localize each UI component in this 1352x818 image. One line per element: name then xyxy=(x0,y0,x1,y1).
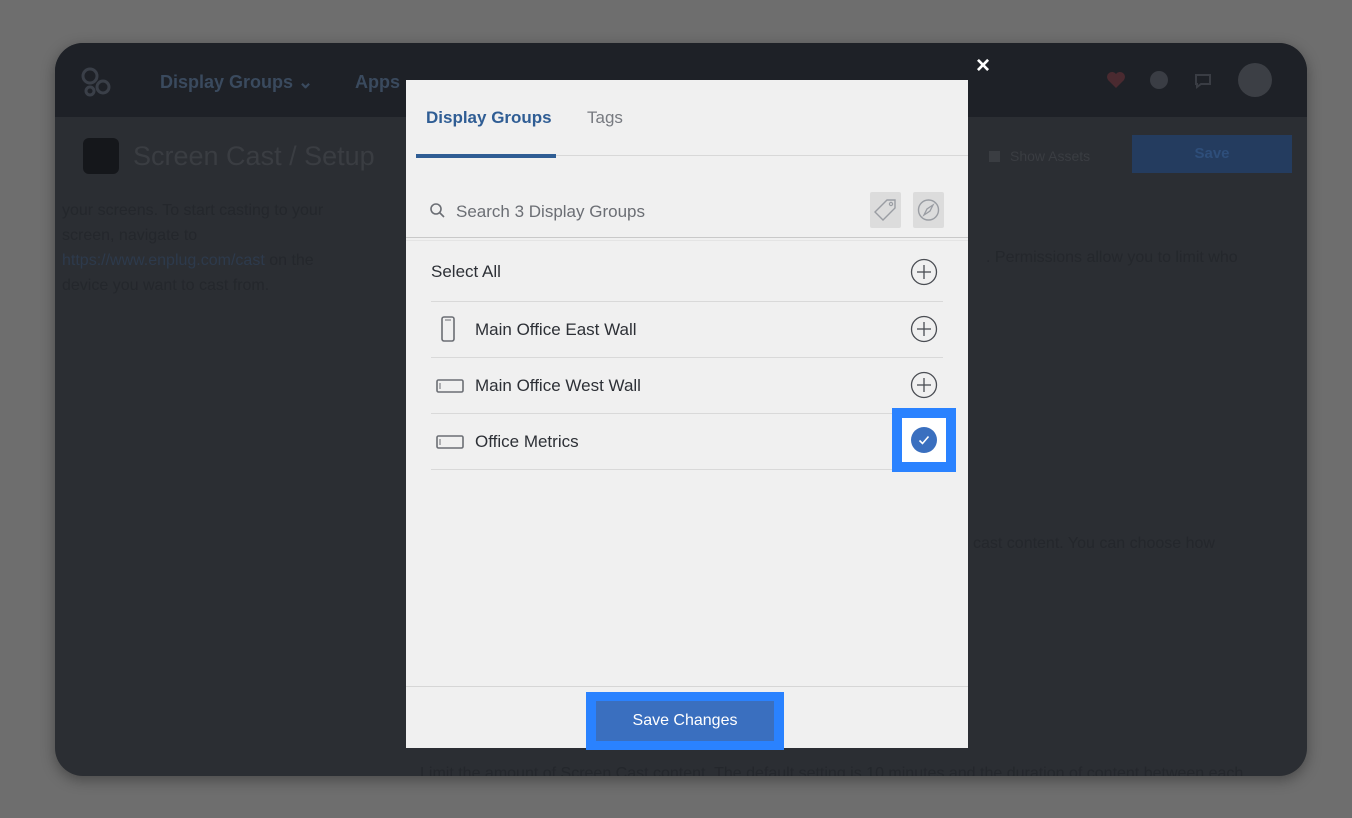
avatar xyxy=(1238,63,1272,97)
active-tab-indicator xyxy=(416,154,556,158)
nav-display-groups: Display Groups ⌄ xyxy=(160,72,314,92)
list-item-label: Main Office West Wall xyxy=(475,376,641,395)
page-title: Screen Cast / Setup xyxy=(133,141,375,171)
close-icon[interactable]: × xyxy=(976,54,990,78)
search-divider xyxy=(406,237,968,238)
add-circle-icon[interactable] xyxy=(910,315,938,343)
checkmark-icon xyxy=(911,427,937,453)
tag-icon xyxy=(874,199,896,221)
search-row xyxy=(406,190,968,240)
help-icon xyxy=(1150,71,1168,89)
cast-instructions-text-1: your screens. To start casting to your s… xyxy=(62,202,324,244)
display-groups-modal: Display Groups Tags Select All xyxy=(406,80,968,750)
compass-icon xyxy=(917,199,940,221)
search-icon xyxy=(430,203,445,218)
save-button: Save xyxy=(1132,135,1292,173)
footer-divider xyxy=(406,686,968,687)
show-assets-toggle: Show Assets xyxy=(989,148,1090,164)
tab-display-groups[interactable]: Display Groups xyxy=(426,108,552,128)
show-assets-label: Show Assets xyxy=(1010,148,1091,164)
add-circle-icon[interactable] xyxy=(910,258,938,286)
tab-tags[interactable]: Tags xyxy=(587,108,623,128)
list-item[interactable]: Office Metrics xyxy=(431,408,956,472)
permissions-text: . Permissions allow you to limit who xyxy=(986,249,1238,266)
cast-instructions: your screens. To start casting to your s… xyxy=(62,198,362,298)
add-circle-icon[interactable] xyxy=(910,371,938,399)
selected-checkbox[interactable] xyxy=(902,418,946,462)
nav-apps: Apps xyxy=(355,72,400,92)
modal-tabs: Display Groups Tags xyxy=(406,80,968,158)
cast-content-text: cast content. You can choose how xyxy=(973,535,1215,552)
display-landscape-icon xyxy=(436,379,464,393)
logo-icon xyxy=(81,67,111,97)
heart-icon xyxy=(1107,72,1125,88)
filter-by-tag-button[interactable] xyxy=(870,192,901,228)
limit-text: Limit the amount of Screen Cast content.… xyxy=(420,765,1244,776)
save-changes-button[interactable]: Save Changes xyxy=(596,701,774,741)
save-changes-highlight[interactable]: Save Changes xyxy=(586,692,784,750)
list-item-label: Main Office East Wall xyxy=(475,320,637,339)
screen-cast-icon xyxy=(83,138,119,174)
display-landscape-icon xyxy=(436,435,464,449)
list-item[interactable]: Main Office East Wall xyxy=(431,302,943,358)
phone-portrait-icon xyxy=(441,316,455,342)
notifications-icon xyxy=(1195,74,1211,89)
selected-checkbox-highlight[interactable] xyxy=(892,408,956,472)
list-item-label: Office Metrics xyxy=(475,432,579,451)
search-divider-secondary xyxy=(406,240,968,241)
select-all-row[interactable]: Select All xyxy=(431,246,943,302)
cast-link: https://www.enplug.com/cast xyxy=(62,252,265,269)
list-item[interactable]: Main Office West Wall xyxy=(431,358,943,414)
display-groups-list: Select All Main Office East Wall Main Of… xyxy=(431,246,956,472)
select-all-label: Select All xyxy=(431,262,501,281)
search-input[interactable] xyxy=(456,200,856,224)
filter-by-location-button[interactable] xyxy=(913,192,944,228)
